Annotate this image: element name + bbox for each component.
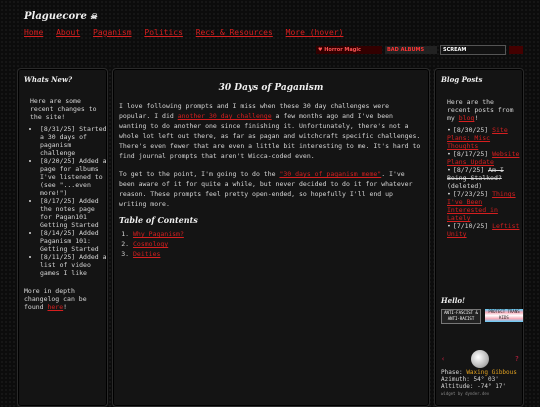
post-date: [8/30/25] [452, 126, 489, 134]
list-item: [8/20/25] Added a page for albums I've l… [40, 157, 107, 197]
blog-panel: Blog Posts Here are the recent posts fro… [434, 68, 524, 407]
post-deleted-note: (deleted) [447, 182, 483, 190]
changelog-link[interactable]: here [47, 303, 63, 311]
post-date: [7/23/25] [452, 190, 489, 198]
azimuth-label: Azimuth: [441, 376, 470, 383]
hello-buttons: ANTI-FASCIST & ANTI-RACIST PROTECT TRANS… [441, 309, 523, 324]
p2-text-a: To get to the point, I'm going to do the [119, 170, 280, 178]
previous-challenge-link[interactable]: another 30 day challenge [178, 112, 272, 120]
blog-link[interactable]: blog [459, 114, 475, 122]
partial-button[interactable] [509, 45, 523, 54]
skull-icon: ☠ [89, 11, 97, 21]
nav-more[interactable]: More (hover) [286, 28, 344, 37]
blog-posts-list: [8/30/25] Site Plans: Misc Thoughts [8/1… [435, 126, 523, 238]
list-item: [8/30/25] Site Plans: Misc Thoughts [447, 126, 523, 150]
list-item: [8/31/25] Started a 30 days of paganism … [40, 125, 107, 157]
nav-paganism[interactable]: Paganism [93, 28, 132, 37]
blog-heading: Blog Posts [441, 75, 483, 84]
button-strip: ♥ Horror Magic BAD ALBUMS SCREAM [316, 44, 534, 55]
main-content: 30 Days of Paganism I love following pro… [112, 68, 430, 407]
moon-prev-button[interactable]: ‹ [441, 355, 445, 363]
blog-intro: Here are the recent posts from my blog! [447, 98, 517, 122]
meme-link[interactable]: "30 days of paganism meme" [279, 170, 381, 178]
site-title-text: Plaguecore [24, 11, 87, 22]
moon-help-button[interactable]: ? [515, 355, 519, 363]
changes-list: [8/31/25] Started a 30 days of paganism … [18, 125, 107, 277]
post-date: [8/17/25] [452, 150, 489, 158]
post-date: [7/10/25] [452, 222, 489, 230]
site-title[interactable]: Plaguecore ☠ [24, 11, 97, 22]
toc-why-paganism[interactable]: Why Paganism? [133, 230, 184, 238]
moon-azimuth-row: Azimuth: 54° 03' [441, 376, 519, 383]
page-title: 30 Days of Paganism [218, 83, 324, 93]
whats-new-panel: Whats New? Here are some recent changes … [17, 68, 108, 407]
moon-phase-row: Phase: Waxing Gibbous [441, 369, 519, 376]
nav-about[interactable]: About [56, 28, 80, 37]
altitude-label: Altitude: [441, 383, 474, 390]
list-item: [8/11/25] Added a list of video games I … [40, 253, 107, 277]
main-nav: Home About Paganism Politics Recs & Reso… [24, 28, 351, 37]
toc-heading: Table of Contents [119, 215, 198, 225]
hello-heading: Hello! [441, 296, 466, 305]
list-item: [8/17/25] Added the notes page for Pagan… [40, 197, 107, 229]
blog-intro-text: Here are the recent posts from my [447, 98, 514, 122]
antifascist-button[interactable]: ANTI-FASCIST & ANTI-RACIST [441, 309, 481, 324]
second-paragraph: To get to the point, I'm going to do the… [119, 169, 423, 209]
post-date: [8/7/25] [452, 166, 485, 174]
list-item: [8/17/25] Website Plans Update [447, 150, 523, 166]
list-item: [8/14/25] Added Paganism 101: Getting St… [40, 229, 107, 253]
moon-altitude-row: Altitude: -74° 17' [441, 383, 519, 390]
trans-kids-button[interactable]: PROTECT TRANS KIDS [485, 309, 523, 322]
blog-intro-end: ! [474, 114, 479, 122]
phase-label: Phase: [441, 369, 463, 376]
nav-recs[interactable]: Recs & Resources [196, 28, 273, 37]
azimuth-value: 54° 03' [473, 376, 499, 383]
nav-home[interactable]: Home [24, 28, 43, 37]
toc-deities[interactable]: Deities [133, 250, 160, 258]
bad-albums-button[interactable]: BAD ALBUMS [385, 45, 437, 54]
moon-credit: widget by dynder.dev [441, 391, 490, 396]
horror-magic-button[interactable]: ♥ Horror Magic [316, 45, 382, 54]
whats-new-intro: Here are some recent changes to the site… [30, 97, 97, 121]
list-item: [8/7/25] Am I Being Stalked? (deleted) [447, 166, 523, 190]
list-item: [7/23/25] Things I've Been Interested in… [447, 190, 523, 222]
whats-new-heading: Whats New? [24, 75, 73, 84]
altitude-value: -74° 17' [477, 383, 507, 390]
intro-paragraph: I love following prompts and I miss when… [119, 101, 423, 161]
toc-cosmology[interactable]: Cosmology [133, 240, 168, 248]
scream-button[interactable]: SCREAM [440, 44, 506, 55]
nav-politics[interactable]: Politics [144, 28, 183, 37]
list-item: [7/10/25] Leftist Unity [447, 222, 523, 238]
phase-value: Waxing Gibbous [466, 369, 517, 376]
moon-widget: ‹ ? Phase: Waxing Gibbous Azimuth: 54° 0… [441, 349, 519, 397]
table-of-contents: Why Paganism? Cosmology Deities [113, 229, 429, 259]
changelog-end: ! [63, 303, 68, 311]
changelog-note: More in depth changelog can be found her… [24, 287, 100, 311]
moon-icon [471, 350, 489, 368]
